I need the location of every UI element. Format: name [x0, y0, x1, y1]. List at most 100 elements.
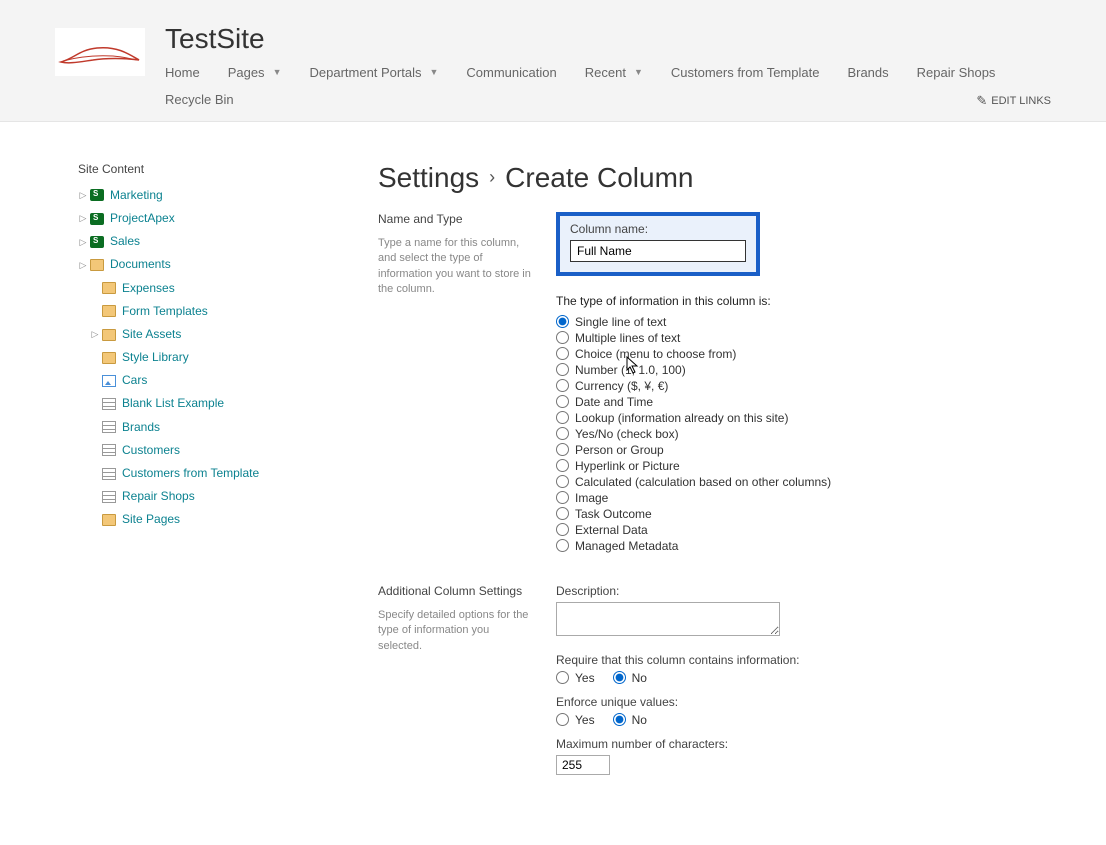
top-nav: Home Pages▼ Department Portals▼ Communic… — [165, 61, 1051, 115]
tree-link[interactable]: Sales — [110, 232, 140, 251]
type-radio[interactable] — [556, 507, 569, 520]
require-yes-radio[interactable] — [556, 671, 569, 684]
type-radio-label[interactable]: Number (1, 1.0, 100) — [575, 363, 686, 377]
description-textarea[interactable] — [556, 602, 780, 636]
page-title: Settings › Create Column — [378, 162, 1051, 194]
type-radio-label[interactable]: Single line of text — [575, 315, 666, 329]
edit-links-button[interactable]: ✎ EDIT LINKS — [976, 93, 1051, 109]
unique-label: Enforce unique values: — [556, 695, 1051, 709]
type-radio[interactable] — [556, 363, 569, 376]
type-radio[interactable] — [556, 395, 569, 408]
subsite-icon — [90, 213, 104, 225]
tree-link[interactable]: Customers from Template — [122, 464, 259, 483]
tree-link[interactable]: Form Templates — [122, 302, 208, 321]
expand-icon[interactable]: ▷ — [78, 211, 88, 225]
tree-link[interactable]: ProjectApex — [110, 209, 175, 228]
subsite-icon — [90, 236, 104, 248]
tree-link[interactable]: Style Library — [122, 348, 189, 367]
type-radio-label[interactable]: Yes/No (check box) — [575, 427, 679, 441]
type-radio-label[interactable]: External Data — [575, 523, 648, 537]
maxchars-input[interactable] — [556, 755, 610, 775]
nav-pages[interactable]: Pages▼ — [228, 61, 296, 88]
type-option-calculated: Calculated (calculation based on other c… — [556, 474, 1051, 490]
tree-item-site-assets: ▷ Site Assets — [78, 323, 348, 346]
tree-link[interactable]: Documents — [110, 255, 171, 274]
tree-link[interactable]: Brands — [122, 418, 160, 437]
type-radio[interactable] — [556, 475, 569, 488]
tree-link[interactable]: Cars — [122, 371, 147, 390]
unique-radiogroup: Yes No — [556, 713, 1051, 727]
unique-yes-label[interactable]: Yes — [575, 713, 595, 727]
tree-link[interactable]: Blank List Example — [122, 394, 224, 413]
edit-links-label: EDIT LINKS — [991, 95, 1051, 107]
section-additional-settings: Additional Column Settings Specify detai… — [378, 584, 1051, 775]
column-name-highlight: Column name: — [556, 212, 760, 276]
site-logo[interactable] — [55, 28, 145, 76]
folder-icon — [102, 282, 116, 294]
type-radio[interactable] — [556, 331, 569, 344]
tree-link[interactable]: Site Assets — [122, 325, 181, 344]
type-option-person: Person or Group — [556, 442, 1051, 458]
chevron-down-icon: ▼ — [429, 67, 438, 77]
sidebar: Site Content ▷ Marketing ▷ ProjectApex ▷ Sa… — [78, 162, 378, 532]
type-radio-label[interactable]: Choice (menu to choose from) — [575, 347, 736, 361]
expand-icon[interactable]: ▷ — [78, 235, 88, 249]
unique-no-radio[interactable] — [613, 713, 626, 726]
nav-recent[interactable]: Recent▼ — [585, 61, 657, 88]
site-header: TestSite Home Pages▼ Department Portals▼… — [0, 12, 1106, 122]
folder-icon — [90, 259, 104, 271]
type-radio-label[interactable]: Task Outcome — [575, 507, 652, 521]
type-radio[interactable] — [556, 379, 569, 392]
site-title[interactable]: TestSite — [165, 24, 1051, 55]
type-radio[interactable] — [556, 539, 569, 552]
nav-customers-template[interactable]: Customers from Template — [671, 61, 834, 88]
expand-icon[interactable]: ▷ — [78, 188, 88, 202]
tree-link[interactable]: Site Pages — [122, 510, 180, 529]
type-radio[interactable] — [556, 427, 569, 440]
unique-no-label[interactable]: No — [632, 713, 647, 727]
type-radio-label[interactable]: Managed Metadata — [575, 539, 678, 553]
type-radio-label[interactable]: Person or Group — [575, 443, 664, 457]
expand-icon[interactable]: ▷ — [78, 258, 88, 272]
type-radio[interactable] — [556, 443, 569, 456]
column-type-radiogroup: Single line of text Multiple lines of te… — [556, 314, 1051, 554]
require-no-radio[interactable] — [613, 671, 626, 684]
column-name-label: Column name: — [570, 222, 746, 236]
type-radio[interactable] — [556, 347, 569, 360]
tree-link[interactable]: Customers — [122, 441, 180, 460]
type-radio-label[interactable]: Date and Time — [575, 395, 653, 409]
tree-link[interactable]: Expenses — [122, 279, 175, 298]
nav-department-portals[interactable]: Department Portals▼ — [309, 61, 452, 88]
type-radio[interactable] — [556, 523, 569, 536]
require-no-label[interactable]: No — [632, 671, 647, 685]
type-prompt: The type of information in this column i… — [556, 294, 1051, 308]
type-radio-label[interactable]: Image — [575, 491, 608, 505]
breadcrumb-separator-icon: › — [489, 167, 495, 188]
nav-brands[interactable]: Brands — [847, 61, 902, 88]
column-name-input[interactable] — [570, 240, 746, 262]
nav-home[interactable]: Home — [165, 61, 214, 88]
nav-communication[interactable]: Communication — [466, 61, 570, 88]
nav-repair-shops[interactable]: Repair Shops — [917, 61, 1010, 88]
list-icon — [102, 398, 116, 410]
type-radio[interactable] — [556, 491, 569, 504]
type-radio-label[interactable]: Lookup (information already on this site… — [575, 411, 788, 425]
type-radio[interactable] — [556, 411, 569, 424]
nav-recycle-bin[interactable]: Recycle Bin — [165, 88, 248, 115]
nav-label: Customers from Template — [671, 65, 820, 80]
type-radio-label[interactable]: Multiple lines of text — [575, 331, 680, 345]
type-radio[interactable] — [556, 315, 569, 328]
type-radio-label[interactable]: Hyperlink or Picture — [575, 459, 680, 473]
tree-link[interactable]: Marketing — [110, 186, 163, 205]
require-yes-label[interactable]: Yes — [575, 671, 595, 685]
breadcrumb-root[interactable]: Settings — [378, 162, 479, 194]
tree-link[interactable]: Repair Shops — [122, 487, 195, 506]
type-radio-label[interactable]: Currency ($, ¥, €) — [575, 379, 668, 393]
tree-item-marketing: ▷ Marketing — [78, 184, 348, 207]
type-option-multi-line: Multiple lines of text — [556, 330, 1051, 346]
expand-icon[interactable]: ▷ — [90, 327, 100, 341]
type-radio[interactable] — [556, 459, 569, 472]
sidebar-title: Site Content — [78, 162, 348, 176]
unique-yes-radio[interactable] — [556, 713, 569, 726]
type-radio-label[interactable]: Calculated (calculation based on other c… — [575, 475, 831, 489]
